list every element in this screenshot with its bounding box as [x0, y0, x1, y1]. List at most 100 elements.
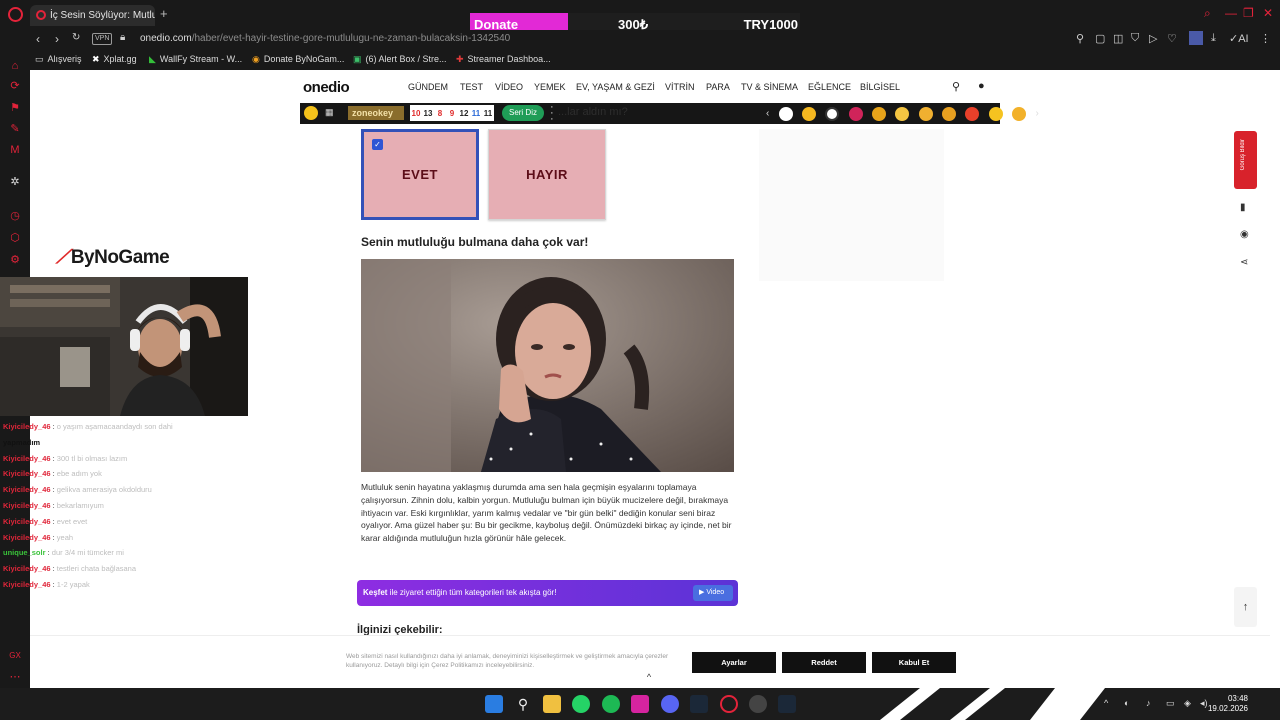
heart-icon[interactable]: ♡	[1167, 32, 1177, 45]
chatgpt-icon[interactable]: ✲	[9, 176, 21, 188]
reaction-icon[interactable]	[848, 106, 863, 121]
search-icon[interactable]: ⚲	[952, 80, 960, 93]
steam-icon[interactable]	[690, 695, 708, 713]
reaction-icon[interactable]	[942, 106, 957, 121]
file-explorer-icon[interactable]	[543, 695, 561, 713]
reaction-icon[interactable]	[895, 106, 910, 121]
chat-username[interactable]: Kiyiciledy_46	[3, 517, 51, 526]
mail-icon[interactable]: M	[9, 144, 21, 156]
nav-ev-yasam-gezi[interactable]: EV, YAŞAM & GEZİ	[576, 82, 655, 92]
vpn-badge[interactable]: VPN	[92, 33, 113, 45]
instagram-icon[interactable]	[631, 695, 649, 713]
chat-username[interactable]: Kiyiciledy_46	[3, 485, 51, 494]
search-tabs-icon[interactable]: ⌕	[1204, 6, 1211, 21]
bookmark-item[interactable]: ▣ (6) Alert Box / Stre...	[353, 54, 447, 65]
profile-avatar-icon[interactable]	[1189, 31, 1203, 45]
kesfet-video-button[interactable]: ▶ Video	[693, 585, 733, 601]
opera-gx-icon[interactable]	[8, 7, 23, 22]
opera-gx-taskbar-icon[interactable]	[720, 695, 738, 713]
refresh-icon[interactable]: ⟳	[9, 80, 21, 92]
chat-username[interactable]: yapmadım	[3, 438, 40, 447]
search-taskbar-icon[interactable]: ⚲	[514, 695, 532, 713]
more-dots-icon[interactable]: · · ·	[550, 102, 554, 125]
extensions-icon[interactable]: ⬡	[9, 232, 21, 244]
answer-hayir-button[interactable]: HAYIR	[488, 129, 606, 220]
gx-corner-icon[interactable]: ✎	[9, 123, 21, 135]
gamepad-icon[interactable]: ▦	[325, 107, 334, 118]
reaction-icon[interactable]	[918, 106, 933, 121]
chevron-left-icon[interactable]: ‹	[766, 108, 769, 119]
reload-icon[interactable]: ↻	[72, 32, 80, 43]
nav-tv-sinema[interactable]: TV & SİNEMA	[741, 82, 798, 92]
chat-username[interactable]: Kiyiciledy_46	[3, 580, 51, 589]
cookie-reject-button[interactable]: Reddet	[782, 652, 866, 673]
bookmark-item[interactable]: ◉ Donate ByNoGam...	[252, 54, 344, 65]
volume-icon[interactable]: ◂)	[1200, 698, 1208, 709]
reaction-icon[interactable]	[965, 106, 980, 121]
chat-username[interactable]: Kiyiciledy_46	[3, 469, 51, 478]
browser-tab-active[interactable]: İç Sesin Söylüyor: Mutluluğ	[30, 5, 155, 26]
cookie-expand-chevron[interactable]: ^	[634, 672, 664, 686]
gx-logo-icon[interactable]: GX	[9, 650, 21, 662]
camera-icon[interactable]: ◫	[1113, 32, 1123, 45]
reaction-icon[interactable]	[825, 106, 840, 121]
nav-vitrin[interactable]: VİTRİN	[665, 82, 695, 92]
chevron-right-icon[interactable]: ›	[1035, 108, 1038, 119]
aria-icon[interactable]: ✓AI	[1229, 32, 1249, 45]
forward-icon[interactable]: ›	[55, 32, 59, 46]
extension-icon[interactable]: ▢	[1095, 32, 1105, 45]
chat-username[interactable]: Kiyiciledy_46	[3, 454, 51, 463]
whatsapp-icon[interactable]	[572, 695, 590, 713]
nav-test[interactable]: TEST	[460, 82, 483, 92]
reaction-icon[interactable]	[802, 106, 817, 121]
new-tab-button[interactable]: +	[160, 6, 168, 21]
reaction-icon[interactable]	[988, 106, 1003, 121]
lock-icon[interactable]: 🔒︎	[120, 32, 125, 43]
chat-username[interactable]: unique_solr	[3, 548, 46, 557]
answer-evet-button[interactable]: ✓ EVET	[361, 129, 479, 220]
nav-yemek[interactable]: YEMEK	[534, 82, 566, 92]
chat-username[interactable]: Kiyiciledy_46	[3, 533, 51, 542]
nav-gundem[interactable]: GÜNDEM	[408, 82, 448, 92]
history-icon[interactable]: ◷	[9, 210, 21, 222]
reaction-icon[interactable]	[872, 106, 887, 121]
discord-icon[interactable]	[661, 695, 679, 713]
download-icon[interactable]: ⤓	[1211, 32, 1216, 45]
more-icon[interactable]: ⋯	[9, 671, 21, 683]
minimize-icon[interactable]: —	[1225, 6, 1237, 20]
feedback-button[interactable]: Görüş Bildir	[1234, 131, 1257, 189]
zoom-icon[interactable]: ⚲	[1076, 32, 1084, 45]
spotify-icon[interactable]	[602, 695, 620, 713]
start-icon[interactable]	[485, 695, 503, 713]
close-window-icon[interactable]: ✕	[1263, 6, 1273, 20]
onedio-logo[interactable]: onedio	[303, 79, 350, 96]
url-field[interactable]: onedio.com/haber/evet-hayir-testine-gore…	[140, 33, 510, 44]
nav-bilgisel[interactable]: BİLGİSEL	[860, 82, 900, 92]
network-icon[interactable]: ◈	[1184, 698, 1191, 709]
reaction-icon[interactable]	[778, 106, 793, 121]
home-icon[interactable]: ⌂	[9, 60, 21, 72]
chat-username[interactable]: Kiyiciledy_46	[3, 564, 51, 573]
chat-username[interactable]: Kiyiciledy_46	[3, 422, 51, 431]
play-icon[interactable]: ▷	[1149, 32, 1157, 45]
user-icon[interactable]: ●	[978, 80, 985, 92]
nav-para[interactable]: PARA	[706, 82, 730, 92]
bookmark-item[interactable]: ✚ Streamer Dashboa...	[456, 54, 551, 65]
gx-control-icon[interactable]: ⚑	[9, 102, 21, 114]
reaction-icon[interactable]	[1012, 106, 1027, 121]
bookmark-icon[interactable]: ▮	[1240, 202, 1246, 213]
cookie-settings-button[interactable]: Ayarlar	[692, 652, 776, 673]
menu-icon[interactable]: ⋮	[1260, 32, 1271, 45]
nav-eglence[interactable]: EĞLENCE	[808, 82, 851, 92]
chat-username[interactable]: Kiyiciledy_46	[3, 501, 51, 510]
seri-diz-button[interactable]: Seri Diz	[502, 105, 544, 121]
back-icon[interactable]: ‹	[36, 32, 40, 46]
bookmark-item[interactable]: ✖ Xplat.gg	[92, 54, 137, 65]
settings-icon[interactable]: ⚙	[9, 254, 21, 266]
kesfet-banner[interactable]: Keşfet ile ziyaret ettiğin tüm kategoril…	[357, 580, 738, 606]
cookie-accept-button[interactable]: Kabul Et	[872, 652, 956, 673]
zone-okey-logo[interactable]: zoneokey	[348, 106, 404, 120]
shield-icon[interactable]: ⛉	[1131, 32, 1139, 45]
nav-video[interactable]: VİDEO	[495, 82, 523, 92]
scroll-to-top-button[interactable]: ↑	[1234, 587, 1257, 627]
